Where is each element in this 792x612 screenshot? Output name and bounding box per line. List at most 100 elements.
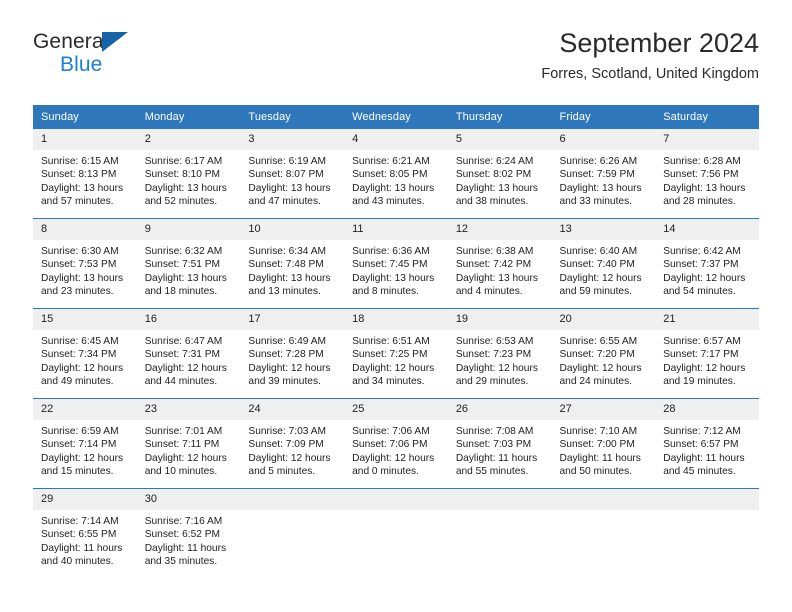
sunset-text: Sunset: 8:07 PM — [248, 169, 324, 181]
sunset-text: Sunset: 7:53 PM — [41, 259, 117, 271]
daylight-text-line1: Daylight: 13 hours — [41, 272, 124, 284]
day-cell[interactable]: 11 Sunrise: 6:36 AM Sunset: 7:45 PM Dayl… — [344, 218, 448, 309]
daylight-text-line2: and 34 minutes. — [352, 376, 425, 388]
day-cell[interactable]: 13 Sunrise: 6:40 AM Sunset: 7:40 PM Dayl… — [551, 218, 656, 309]
day-cell-empty — [240, 488, 345, 578]
calendar-page: General Blue September 2024 Forres, Scot… — [0, 0, 792, 612]
day-cell[interactable]: 18 Sunrise: 6:51 AM Sunset: 7:25 PM Dayl… — [344, 308, 448, 399]
day-cell[interactable]: 16 Sunrise: 6:47 AM Sunset: 7:31 PM Dayl… — [136, 308, 241, 399]
day-cell[interactable]: 8 Sunrise: 6:30 AM Sunset: 7:53 PM Dayli… — [33, 218, 137, 309]
brand-triangle-icon — [102, 32, 128, 52]
day-cell-empty — [551, 488, 656, 578]
daylight-text-line1: Daylight: 13 hours — [559, 182, 642, 194]
day-details: Sunrise: 6:57 AM Sunset: 7:17 PM Dayligh… — [655, 330, 759, 389]
day-cell[interactable]: 26 Sunrise: 7:08 AM Sunset: 7:03 PM Dayl… — [447, 398, 552, 489]
day-cell[interactable]: 12 Sunrise: 6:38 AM Sunset: 7:42 PM Dayl… — [447, 218, 552, 309]
day-cell[interactable]: 3 Sunrise: 6:19 AM Sunset: 8:07 PM Dayli… — [240, 128, 345, 219]
day-cell-empty — [344, 488, 448, 578]
day-cell[interactable]: 2 Sunrise: 6:17 AM Sunset: 8:10 PM Dayli… — [136, 128, 241, 219]
sunset-text: Sunset: 7:37 PM — [663, 259, 739, 271]
day-cell[interactable]: 24 Sunrise: 7:03 AM Sunset: 7:09 PM Dayl… — [240, 398, 345, 489]
page-title: September 2024 — [559, 28, 759, 58]
daylight-text-line2: and 24 minutes. — [559, 376, 633, 388]
sunrise-text: Sunrise: 7:01 AM — [144, 426, 223, 437]
daylight-text-line2: and 47 minutes. — [248, 196, 321, 208]
day-number: 19 — [447, 309, 552, 330]
daylight-text-line2: and 4 minutes. — [455, 286, 523, 298]
sunset-text: Sunset: 7:00 PM — [559, 439, 635, 451]
daylight-text-line2: and 40 minutes. — [41, 556, 114, 568]
day-cell[interactable]: 9 Sunrise: 6:32 AM Sunset: 7:51 PM Dayli… — [136, 218, 241, 309]
sunrise-text: Sunrise: 6:17 AM — [144, 156, 223, 167]
day-cell[interactable]: 1 Sunrise: 6:15 AM Sunset: 8:13 PM Dayli… — [33, 128, 137, 219]
calendar-week-row: 15 Sunrise: 6:45 AM Sunset: 7:34 PM Dayl… — [33, 308, 759, 399]
daylight-text-line2: and 57 minutes. — [41, 196, 114, 208]
day-details: Sunrise: 6:26 AM Sunset: 7:59 PM Dayligh… — [552, 150, 656, 209]
day-details: Sunrise: 7:08 AM Sunset: 7:03 PM Dayligh… — [448, 420, 552, 479]
day-cell[interactable]: 28 Sunrise: 7:12 AM Sunset: 6:57 PM Dayl… — [655, 398, 759, 489]
sunrise-text: Sunrise: 6:26 AM — [559, 156, 638, 167]
sunset-text: Sunset: 8:05 PM — [352, 169, 428, 181]
day-cell[interactable]: 17 Sunrise: 6:49 AM Sunset: 7:28 PM Dayl… — [240, 308, 345, 399]
daylight-text-line1: Daylight: 11 hours — [663, 452, 745, 464]
day-cell[interactable]: 4 Sunrise: 6:21 AM Sunset: 8:05 PM Dayli… — [344, 128, 448, 219]
day-details: Sunrise: 7:03 AM Sunset: 7:09 PM Dayligh… — [240, 420, 344, 479]
daylight-text-line1: Daylight: 13 hours — [144, 182, 227, 194]
day-cell[interactable]: 10 Sunrise: 6:34 AM Sunset: 7:48 PM Dayl… — [240, 218, 345, 309]
calendar-week-row: 8 Sunrise: 6:30 AM Sunset: 7:53 PM Dayli… — [33, 218, 759, 309]
day-number: 23 — [136, 399, 241, 420]
sunset-text: Sunset: 8:13 PM — [41, 169, 117, 181]
day-number: 27 — [551, 399, 656, 420]
day-number — [551, 489, 656, 510]
day-details: Sunrise: 7:01 AM Sunset: 7:11 PM Dayligh… — [137, 420, 241, 479]
day-cell[interactable]: 29 Sunrise: 7:14 AM Sunset: 6:55 PM Dayl… — [33, 488, 137, 578]
weekday-header-sunday: Sunday — [33, 105, 137, 129]
sunset-text: Sunset: 7:42 PM — [455, 259, 532, 271]
daylight-text-line1: Daylight: 11 hours — [41, 542, 123, 554]
daylight-text-line2: and 0 minutes. — [352, 466, 419, 478]
day-details: Sunrise: 6:19 AM Sunset: 8:07 PM Dayligh… — [240, 150, 344, 209]
daylight-text-line1: Daylight: 12 hours — [663, 362, 746, 374]
day-cell[interactable]: 21 Sunrise: 6:57 AM Sunset: 7:17 PM Dayl… — [655, 308, 759, 399]
day-cell[interactable]: 19 Sunrise: 6:53 AM Sunset: 7:23 PM Dayl… — [447, 308, 552, 399]
day-number — [240, 489, 345, 510]
daylight-text-line2: and 52 minutes. — [144, 196, 218, 208]
daylight-text-line1: Daylight: 12 hours — [352, 362, 435, 374]
day-cell[interactable]: 22 Sunrise: 6:59 AM Sunset: 7:14 PM Dayl… — [33, 398, 137, 489]
day-cell[interactable]: 20 Sunrise: 6:55 AM Sunset: 7:20 PM Dayl… — [551, 308, 656, 399]
day-number: 24 — [240, 399, 345, 420]
day-cell[interactable]: 5 Sunrise: 6:24 AM Sunset: 8:02 PM Dayli… — [447, 128, 552, 219]
day-cell-empty — [655, 488, 759, 578]
day-details: Sunrise: 6:28 AM Sunset: 7:56 PM Dayligh… — [655, 150, 759, 209]
daylight-text-line2: and 10 minutes. — [144, 466, 218, 478]
daylight-text-line1: Daylight: 12 hours — [41, 452, 124, 464]
day-cell[interactable]: 30 Sunrise: 7:16 AM Sunset: 6:52 PM Dayl… — [136, 488, 241, 578]
day-details: Sunrise: 6:15 AM Sunset: 8:13 PM Dayligh… — [33, 150, 137, 209]
day-cell[interactable]: 6 Sunrise: 6:26 AM Sunset: 7:59 PM Dayli… — [551, 128, 656, 219]
day-cell[interactable]: 23 Sunrise: 7:01 AM Sunset: 7:11 PM Dayl… — [136, 398, 241, 489]
daylight-text-line1: Daylight: 11 hours — [144, 542, 227, 554]
weekday-header-tuesday: Tuesday — [240, 105, 345, 129]
daylight-text-line1: Daylight: 13 hours — [455, 272, 538, 284]
brand-logo[interactable]: General Blue — [33, 30, 233, 86]
sunset-text: Sunset: 6:55 PM — [41, 529, 117, 541]
day-cell[interactable]: 15 Sunrise: 6:45 AM Sunset: 7:34 PM Dayl… — [33, 308, 137, 399]
day-number: 26 — [447, 399, 552, 420]
day-cell[interactable]: 25 Sunrise: 7:06 AM Sunset: 7:06 PM Dayl… — [344, 398, 448, 489]
page-header: General Blue September 2024 Forres, Scot… — [33, 26, 759, 98]
day-details: Sunrise: 6:34 AM Sunset: 7:48 PM Dayligh… — [240, 240, 344, 299]
day-cell[interactable]: 27 Sunrise: 7:10 AM Sunset: 7:00 PM Dayl… — [551, 398, 656, 489]
daylight-text-line2: and 8 minutes. — [352, 286, 419, 298]
daylight-text-line1: Daylight: 12 hours — [559, 272, 642, 284]
sunset-text: Sunset: 7:17 PM — [663, 349, 739, 361]
daylight-text-line2: and 29 minutes. — [455, 376, 529, 388]
day-number — [655, 489, 759, 510]
weekday-header-wednesday: Wednesday — [344, 105, 448, 129]
day-cell-empty — [447, 488, 552, 578]
sunrise-text: Sunrise: 6:57 AM — [663, 336, 741, 347]
day-cell[interactable]: 14 Sunrise: 6:42 AM Sunset: 7:37 PM Dayl… — [655, 218, 759, 309]
sunset-text: Sunset: 7:56 PM — [663, 169, 739, 181]
day-cell[interactable]: 7 Sunrise: 6:28 AM Sunset: 7:56 PM Dayli… — [655, 128, 759, 219]
day-number: 11 — [344, 219, 448, 240]
sunset-text: Sunset: 7:28 PM — [248, 349, 324, 361]
